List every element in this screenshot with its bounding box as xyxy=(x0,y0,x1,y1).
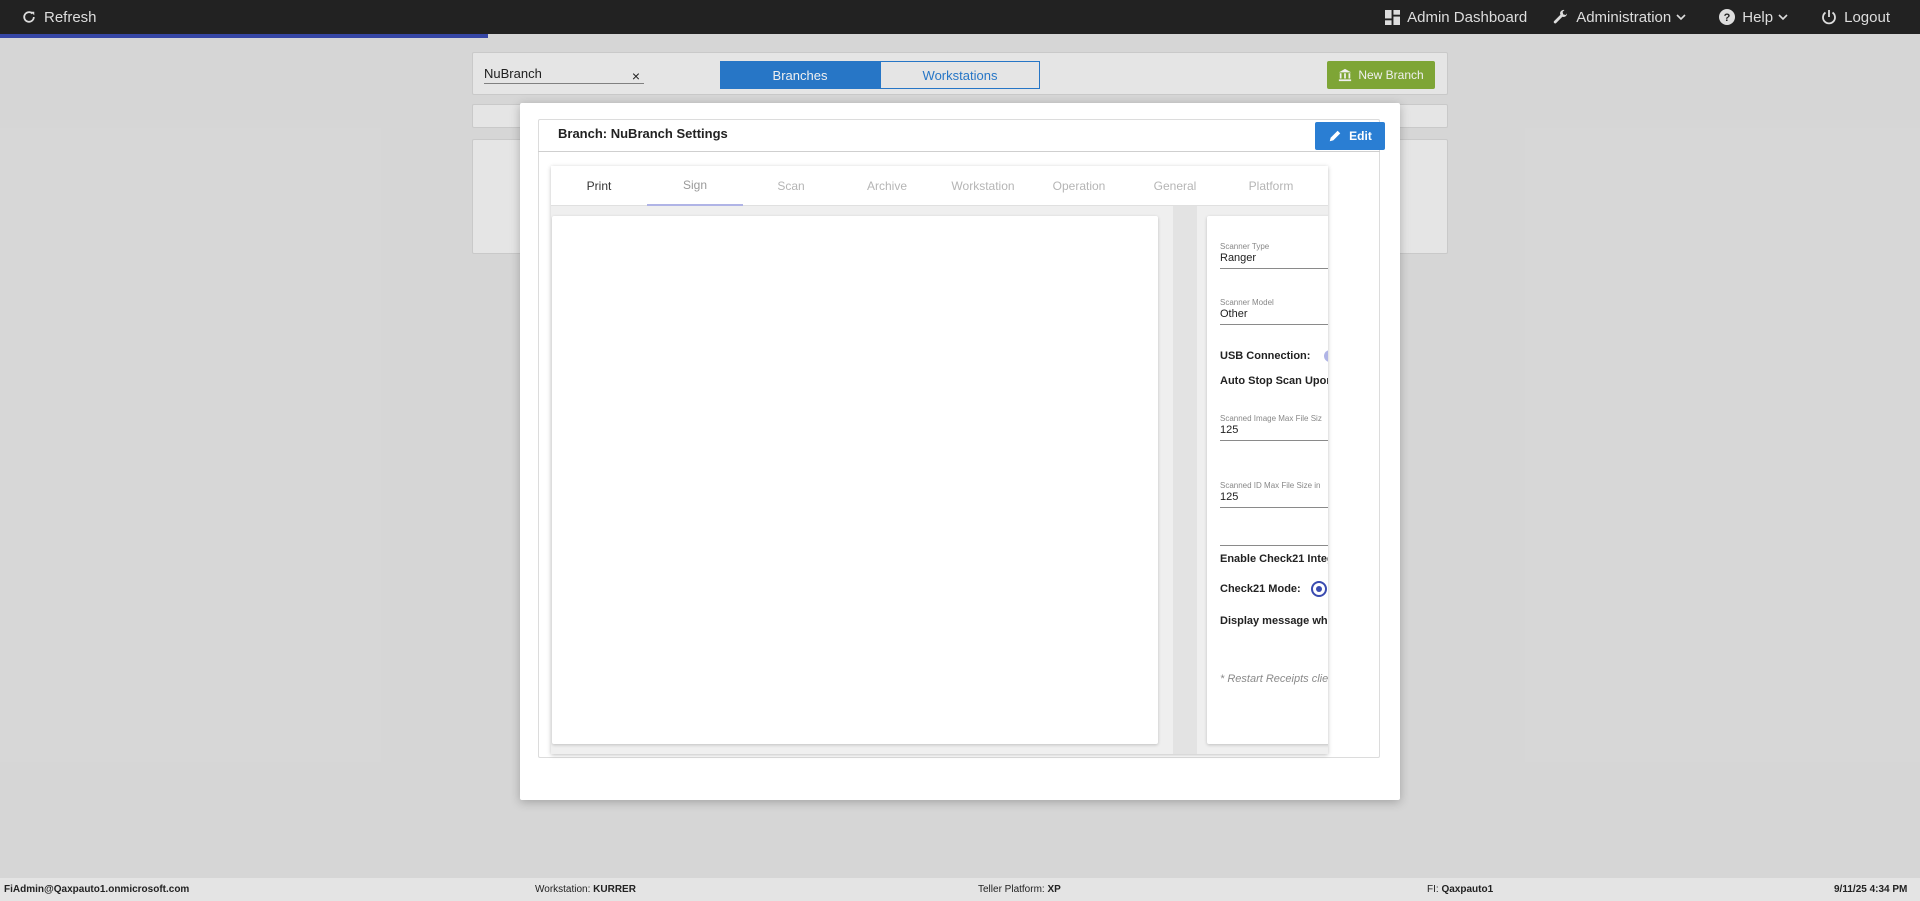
help-icon: ? xyxy=(1719,9,1736,25)
scanner-model-value: Other xyxy=(1220,308,1248,320)
image-max-size-label: Scanned Image Max File Siz xyxy=(1220,414,1322,423)
footer-platform: Teller Platform: XP xyxy=(978,884,1061,895)
branch-settings-modal: Branch: NuBranch Settings Edit Print Sig… xyxy=(520,103,1400,800)
platform-value: XP xyxy=(1047,884,1061,895)
dashboard-icon xyxy=(1385,9,1401,25)
check21-mode-row: Check21 Mode: xyxy=(1220,581,1327,597)
tab-print[interactable]: Print xyxy=(551,166,647,206)
power-icon xyxy=(1822,10,1836,25)
logout-label: Logout xyxy=(1844,8,1890,26)
svg-text:?: ? xyxy=(1724,12,1731,24)
tab-general[interactable]: General xyxy=(1127,166,1223,206)
image-max-size-field[interactable]: Scanned Image Max File Siz 125 xyxy=(1220,414,1328,441)
fi-value: Qaxpauto1 xyxy=(1441,884,1494,895)
refresh-label: Refresh xyxy=(44,8,97,26)
image-max-size-value: 125 xyxy=(1220,424,1239,436)
modal-header-divider xyxy=(538,151,1380,152)
scanner-type-value: Ranger xyxy=(1220,252,1257,264)
usb-connection-label: USB Connection: xyxy=(1220,350,1311,362)
help-menu[interactable]: ? Help xyxy=(1719,9,1795,26)
top-nav-bar: Refresh Admin Dashboard Administration ?… xyxy=(0,0,1920,34)
edit-label: Edit xyxy=(1349,129,1372,143)
datetime-value: 9/11/25 4:34 PM xyxy=(1834,884,1908,895)
restart-note: * Restart Receipts clie xyxy=(1220,673,1328,685)
tab-workstation[interactable]: Workstation xyxy=(935,166,1031,206)
usb-connection-row: USB Connection: xyxy=(1220,350,1328,362)
tab-scan[interactable]: Scan xyxy=(743,166,839,206)
check21-mode-radio[interactable] xyxy=(1310,581,1327,597)
admin-dashboard-label: Admin Dashboard xyxy=(1407,8,1528,26)
id-max-size-label: Scanned ID Max File Size in xyxy=(1220,481,1321,490)
modal-title: Branch: NuBranch Settings xyxy=(558,126,728,141)
status-bar: FiAdmin@Qaxpauto1.onmicrosoft.com Workst… xyxy=(0,878,1920,901)
footer-workstation: Workstation: KURRER xyxy=(535,884,636,895)
empty-field[interactable] xyxy=(1220,533,1328,546)
scanner-type-field[interactable]: Scanner Type Ranger xyxy=(1220,242,1328,269)
settings-tabs: Print Sign Scan Archive Workstation Oper… xyxy=(551,166,1328,206)
refresh-icon xyxy=(23,11,35,23)
edit-button[interactable]: Edit xyxy=(1315,122,1385,150)
chevron-down-icon xyxy=(1778,14,1788,21)
check21-mode-label: Check21 Mode: xyxy=(1220,583,1301,595)
left-content-pane xyxy=(552,216,1158,744)
display-message-row: Display message whe xyxy=(1220,615,1328,627)
enable-check21-row: Enable Check21 Integ xyxy=(1220,553,1328,565)
workstation-label: Workstation: xyxy=(535,884,591,895)
fi-label: FI: xyxy=(1427,884,1439,895)
scanner-model-label: Scanner Model xyxy=(1220,298,1274,307)
auto-stop-label: Auto Stop Scan Upon xyxy=(1220,375,1328,387)
id-max-size-field[interactable]: Scanned ID Max File Size in 125 xyxy=(1220,481,1328,508)
auto-stop-row: Auto Stop Scan Upon xyxy=(1220,375,1328,387)
wrench-icon xyxy=(1553,9,1568,24)
tab-operation[interactable]: Operation xyxy=(1031,166,1127,206)
display-message-label: Display message whe xyxy=(1220,615,1328,627)
scan-settings-pane: Scanner Type Ranger Scanner Model Other … xyxy=(1207,216,1328,744)
pencil-icon xyxy=(1329,130,1341,142)
workstation-value: KURRER xyxy=(593,884,636,895)
refresh-button[interactable]: Refresh xyxy=(22,9,97,26)
tab-archive[interactable]: Archive xyxy=(839,166,935,206)
footer-fi: FI: Qaxpauto1 xyxy=(1427,884,1493,895)
tab-platform[interactable]: Platform xyxy=(1223,166,1319,206)
pane-scroll-strip[interactable] xyxy=(1173,206,1197,754)
id-max-size-value: 125 xyxy=(1220,491,1239,503)
usb-connection-toggle[interactable] xyxy=(1324,350,1328,362)
platform-label: Teller Platform: xyxy=(978,884,1045,895)
scanner-model-field[interactable]: Scanner Model Other xyxy=(1220,298,1328,325)
administration-label: Administration xyxy=(1576,8,1672,26)
footer-user: FiAdmin@Qaxpauto1.onmicrosoft.com xyxy=(4,884,189,895)
enable-check21-label: Enable Check21 Integ xyxy=(1220,553,1328,565)
help-label: Help xyxy=(1742,8,1774,26)
tab-sign[interactable]: Sign xyxy=(647,166,743,206)
user-email: FiAdmin@Qaxpauto1.onmicrosoft.com xyxy=(4,884,190,895)
scanner-type-label: Scanner Type xyxy=(1220,242,1270,251)
admin-dashboard-link[interactable]: Admin Dashboard xyxy=(1385,9,1527,26)
chevron-down-icon xyxy=(1676,14,1686,21)
logout-link[interactable]: Logout xyxy=(1821,9,1890,26)
footer-datetime: 9/11/25 4:34 PM xyxy=(1834,884,1907,895)
settings-card: Print Sign Scan Archive Workstation Oper… xyxy=(551,166,1328,754)
administration-menu[interactable]: Administration xyxy=(1553,9,1693,26)
